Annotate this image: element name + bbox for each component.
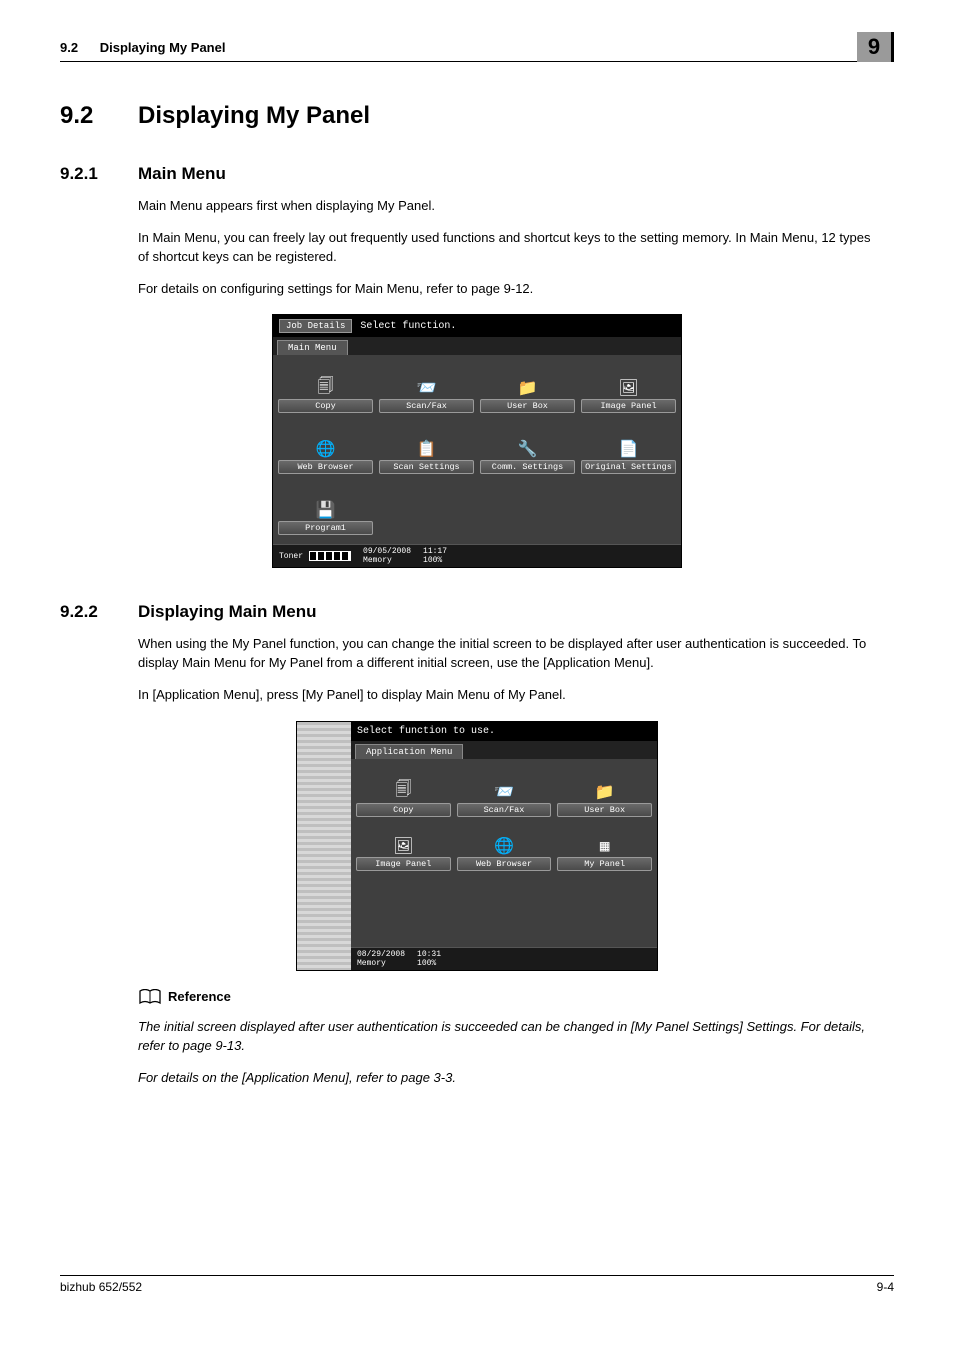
mypanel-icon: ▦	[592, 835, 618, 857]
menu-item-my-panel[interactable]: ▦My Panel	[558, 821, 651, 871]
toner-gauge-icon	[309, 551, 351, 561]
instruction-text: Select function.	[360, 321, 456, 332]
menu-item-original-settings[interactable]: 📄Original Settings	[582, 424, 675, 474]
subsection-title: Displaying Main Menu	[138, 602, 317, 622]
footer-model: bizhub 652/552	[60, 1280, 142, 1294]
menu-item-user-box[interactable]: 📁User Box	[481, 363, 574, 413]
menu-item-label: User Box	[480, 399, 575, 413]
job-details-button[interactable]: Job Details	[279, 319, 352, 333]
imagepanel-icon: 🖼	[616, 377, 642, 399]
footer-page: 9-4	[877, 1280, 894, 1294]
status-memory-val: 100%	[417, 959, 436, 968]
menu-item-image-panel[interactable]: 🖼Image Panel	[357, 821, 450, 871]
header-section-title: Displaying My Panel	[100, 40, 226, 55]
applicationmenu-tab[interactable]: Application Menu	[355, 744, 463, 759]
mainmenu-screenshot: Job Details Select function. Main Menu 🗐…	[272, 314, 682, 568]
paragraph: When using the My Panel function, you ca…	[138, 635, 884, 673]
menu-item-program1[interactable]: 💾Program1	[279, 485, 372, 535]
status-time: 11:17	[423, 547, 447, 556]
menu-item-scan-fax[interactable]: 📨Scan/Fax	[458, 767, 551, 817]
menu-item-scan-fax[interactable]: 📨Scan/Fax	[380, 363, 473, 413]
program-icon: 💾	[313, 499, 339, 521]
menu-item-label: Copy	[278, 399, 373, 413]
scanfax-icon: 📨	[414, 377, 440, 399]
copy-icon: 🗐	[390, 781, 416, 803]
menu-item-label: Web Browser	[278, 460, 373, 474]
instruction-text: Select function to use.	[357, 726, 495, 737]
status-date: 08/29/2008	[357, 950, 405, 959]
menu-item-label: User Box	[557, 803, 652, 817]
webbrowser-icon: 🌐	[491, 835, 517, 857]
userbox-icon: 📁	[592, 781, 618, 803]
userbox-icon: 📁	[515, 377, 541, 399]
status-memory-label: Memory	[363, 556, 392, 565]
menu-item-label: Copy	[356, 803, 451, 817]
reference-label: Reference	[168, 989, 231, 1004]
menu-item-label: Scan/Fax	[379, 399, 474, 413]
paragraph: Main Menu appears first when displaying …	[138, 197, 884, 216]
menu-item-label: My Panel	[557, 857, 652, 871]
paragraph: In [Application Menu], press [My Panel] …	[138, 686, 884, 705]
subsection-heading: 9.2.1 Main Menu	[60, 164, 894, 184]
menu-item-copy[interactable]: 🗐Copy	[357, 767, 450, 817]
menu-item-user-box[interactable]: 📁User Box	[558, 767, 651, 817]
menu-item-label: Scan Settings	[379, 460, 474, 474]
paragraph: In Main Menu, you can freely lay out fre…	[138, 229, 884, 267]
menu-item-label: Program1	[278, 521, 373, 535]
header-section-number: 9.2	[60, 40, 78, 55]
menu-item-label: Scan/Fax	[457, 803, 552, 817]
menu-item-web-browser[interactable]: 🌐Web Browser	[279, 424, 372, 474]
menu-item-comm-settings[interactable]: 🔧Comm. Settings	[481, 424, 574, 474]
side-strip	[297, 722, 351, 970]
originalsettings-icon: 📄	[616, 438, 642, 460]
section-heading: 9.2 Displaying My Panel	[60, 102, 894, 130]
reference-text: For details on the [Application Menu], r…	[138, 1069, 894, 1088]
scansettings-icon: 📋	[414, 438, 440, 460]
webbrowser-icon: 🌐	[313, 438, 339, 460]
book-icon	[138, 989, 162, 1005]
status-memory-label: Memory	[357, 959, 386, 968]
imagepanel-icon: 🖼	[390, 835, 416, 857]
scanfax-icon: 📨	[491, 781, 517, 803]
mainmenu-tab[interactable]: Main Menu	[277, 340, 348, 355]
commsettings-icon: 🔧	[515, 438, 541, 460]
status-memory-val: 100%	[423, 556, 442, 565]
subsection-title: Main Menu	[138, 164, 226, 184]
menu-item-label: Comm. Settings	[480, 460, 575, 474]
reference-heading: Reference	[138, 989, 894, 1005]
menu-item-scan-settings[interactable]: 📋Scan Settings	[380, 424, 473, 474]
toner-label: Toner	[279, 552, 303, 561]
paragraph: For details on configuring settings for …	[138, 280, 884, 299]
menu-item-label: Image Panel	[581, 399, 676, 413]
menu-item-image-panel[interactable]: 🖼Image Panel	[582, 363, 675, 413]
menu-item-label: Image Panel	[356, 857, 451, 871]
copy-icon: 🗐	[313, 377, 339, 399]
status-date: 09/05/2008	[363, 547, 411, 556]
menu-item-web-browser[interactable]: 🌐Web Browser	[458, 821, 551, 871]
reference-text: The initial screen displayed after user …	[138, 1018, 894, 1056]
subsection-number: 9.2.1	[60, 164, 110, 184]
subsection-number: 9.2.2	[60, 602, 110, 622]
section-number: 9.2	[60, 102, 110, 130]
menu-item-label: Web Browser	[457, 857, 552, 871]
subsection-heading: 9.2.2 Displaying Main Menu	[60, 602, 894, 622]
status-time: 10:31	[417, 950, 441, 959]
chapter-badge: 9	[857, 32, 894, 62]
applicationmenu-screenshot: Select function to use. Application Menu…	[296, 721, 658, 971]
section-title: Displaying My Panel	[138, 102, 370, 130]
menu-item-label: Original Settings	[581, 460, 676, 474]
menu-item-copy[interactable]: 🗐Copy	[279, 363, 372, 413]
